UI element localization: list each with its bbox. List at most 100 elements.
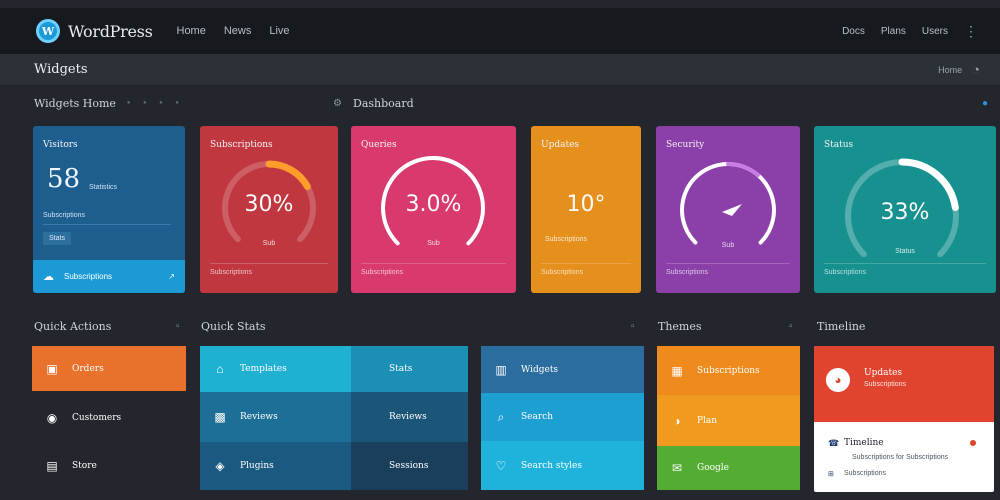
gauge-sub-label: Sub — [262, 240, 276, 247]
nav-item-home[interactable]: Home — [177, 25, 206, 37]
timeline-icon: ☎ — [828, 438, 840, 448]
google-icon: ✉ — [671, 461, 683, 475]
plan-icon: ◑ — [673, 413, 681, 428]
visitors-big-number: 58 — [47, 164, 81, 194]
stats-row-plugins[interactable]: ◈ Plugins — [200, 442, 351, 490]
card-status[interactable]: Status 33% Status Subscriptions — [814, 126, 996, 293]
section-title-widgets-home: Widgets Home • • • • — [34, 97, 184, 110]
timeline-line-2: Subscriptions — [844, 470, 887, 477]
stats-row-reviews[interactable]: ▩ Reviews — [200, 392, 351, 442]
quick-action-orders[interactable]: ▣ Orders — [32, 346, 186, 391]
stats3-search-styles[interactable]: ♡ Search styles — [481, 441, 644, 490]
section-label: Widgets Home — [34, 97, 116, 110]
card-security[interactable]: Security Sub Subscriptions — [656, 126, 800, 293]
theme-plan[interactable]: ◑ Plan — [657, 395, 800, 446]
nav-item-plans[interactable]: Plans — [881, 26, 906, 37]
tile-label: Widgets — [521, 364, 559, 375]
right-nav: Docs Plans Users ⋮ — [842, 23, 978, 40]
section-menu-icon[interactable]: ▫ — [631, 321, 635, 332]
visitors-footer[interactable]: ☁ Subscriptions ↗ — [33, 260, 185, 293]
section-menu-icon[interactable]: ▫ — [176, 321, 180, 332]
gauge-svg — [680, 162, 776, 245]
customers-icon: ◉ — [46, 411, 58, 425]
heart-icon: ♡ — [495, 458, 507, 473]
tile-label: Templates — [240, 364, 287, 374]
quick-action-store[interactable]: ▤ Store — [32, 445, 186, 487]
card-footer-label: Subscriptions — [666, 269, 709, 276]
gauge-value: 10° — [566, 192, 606, 217]
timeline-line-1: Subscriptions for Subscriptions — [852, 454, 949, 461]
card-visitors[interactable]: Visitors 58 Statistics Subscriptions Sta… — [33, 126, 185, 293]
theme-icon: ▦ — [671, 363, 683, 378]
section-menu-icon[interactable]: ▫ — [789, 321, 793, 332]
section-title-quick-stats: Quick Stats — [201, 320, 266, 333]
gauge-sub-label: Sub — [721, 242, 735, 249]
card-footer-divider — [541, 263, 631, 264]
gauge-needle — [722, 204, 742, 216]
arrow-right-icon: ↗ — [168, 272, 175, 281]
top-nav: Home News Live — [177, 25, 290, 37]
card-footer-divider — [361, 263, 506, 264]
visitors-footer-label: Subscriptions — [64, 272, 113, 281]
home-icon: ⌂ — [216, 362, 224, 376]
quick-action-customers[interactable]: ◉ Customers — [32, 397, 186, 439]
section-title-dashboard: Dashboard — [353, 97, 414, 110]
reviews-icon: ▩ — [214, 410, 226, 424]
card-updates[interactable]: Updates 10° Subscriptions Subscriptions — [531, 126, 641, 293]
card-subscriptions[interactable]: Subscriptions 30% Sub Subscriptions — [200, 126, 338, 293]
nav-item-live[interactable]: Live — [269, 25, 289, 37]
header-action-link[interactable]: Home — [938, 65, 962, 75]
stats3-search[interactable]: ⌕ Search — [481, 393, 644, 441]
logo-icon[interactable]: W — [36, 19, 60, 43]
timeline-line-2-icon: ⊞ — [828, 471, 834, 478]
section-label: Timeline — [817, 320, 866, 333]
stats3-widgets[interactable]: ▥ Widgets — [481, 346, 644, 393]
theme-google[interactable]: ✉ Google — [657, 446, 800, 490]
nav-item-news[interactable]: News — [224, 25, 252, 37]
timeline-header[interactable]: ◕ Updates Subscriptions — [814, 346, 994, 422]
card-title: Visitors — [43, 140, 78, 150]
status-dot — [970, 440, 976, 446]
gauge-value: 30% — [244, 192, 294, 217]
card-footer-label: Subscriptions — [210, 269, 253, 276]
card-footer-label: Subscriptions — [361, 269, 404, 276]
nav-item-users[interactable]: Users — [922, 26, 948, 37]
more-menu-icon[interactable]: ⋮ — [964, 23, 978, 40]
card-footer-divider — [824, 263, 986, 264]
card-queries[interactable]: Queries 3.0% Sub Subscriptions — [351, 126, 516, 293]
tile-label: Sessions — [389, 461, 429, 471]
tile-label: Plan — [697, 415, 718, 426]
gauge-fill — [265, 160, 311, 191]
gauge-value: 3.0% — [405, 192, 462, 217]
section-title-timeline: Timeline — [817, 320, 865, 333]
section-info-icon[interactable]: ● — [982, 98, 988, 109]
gauge-sub-label: Sub — [427, 240, 440, 247]
card-title: Updates — [541, 140, 580, 150]
visitors-stats-chip[interactable]: Stats — [43, 232, 71, 245]
orders-icon: ▣ — [46, 361, 58, 376]
tile-label: Search — [521, 412, 553, 422]
tile-label: Customers — [72, 413, 122, 423]
tile-label: Reviews — [389, 412, 427, 422]
section-label: Quick Stats — [201, 320, 266, 333]
gauge-track — [680, 162, 776, 245]
avatar[interactable]: ◕ — [826, 368, 850, 392]
timeline-item-title[interactable]: Timeline — [844, 438, 884, 448]
gauge-fill — [726, 162, 760, 178]
gauge-value: 33% — [880, 200, 930, 225]
widgets-icon: ▥ — [495, 362, 507, 377]
nav-item-docs[interactable]: Docs — [842, 26, 865, 37]
theme-subscriptions[interactable]: ▦ Subscriptions — [657, 346, 800, 395]
timeline-head-title: Updates — [864, 368, 903, 378]
section-gear-icon[interactable]: ⚙ — [333, 98, 342, 109]
search-icon: ⌕ — [497, 409, 505, 424]
store-icon: ▤ — [46, 459, 58, 473]
visitors-line-label: Subscriptions — [43, 212, 86, 219]
section-label: Dashboard — [353, 97, 414, 110]
dots-icon: • • • • — [125, 98, 184, 109]
tile-label: Google — [697, 463, 729, 473]
gauge-sub-label: Subscriptions — [545, 236, 588, 243]
stats-row-templates[interactable]: ⌂ Templates — [200, 346, 351, 392]
settings-icon[interactable]: ◔ — [972, 62, 980, 77]
gauge-fill — [431, 156, 484, 197]
